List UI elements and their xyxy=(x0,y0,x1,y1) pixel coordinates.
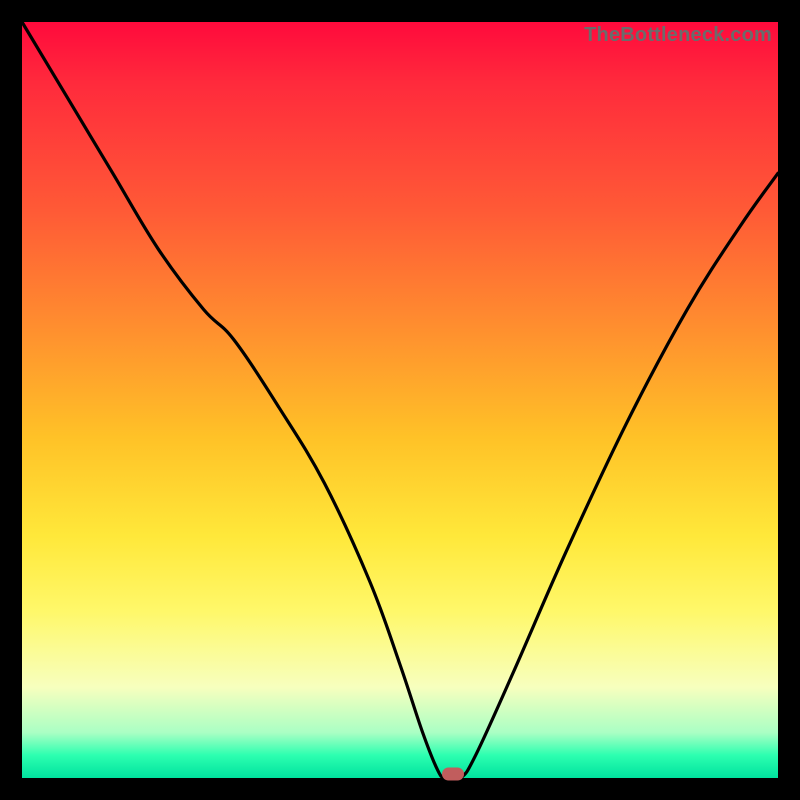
optimal-point-marker xyxy=(442,768,464,781)
plot-area: TheBottleneck.com xyxy=(22,22,778,778)
bottleneck-curve xyxy=(22,22,778,778)
chart-frame: TheBottleneck.com xyxy=(0,0,800,800)
